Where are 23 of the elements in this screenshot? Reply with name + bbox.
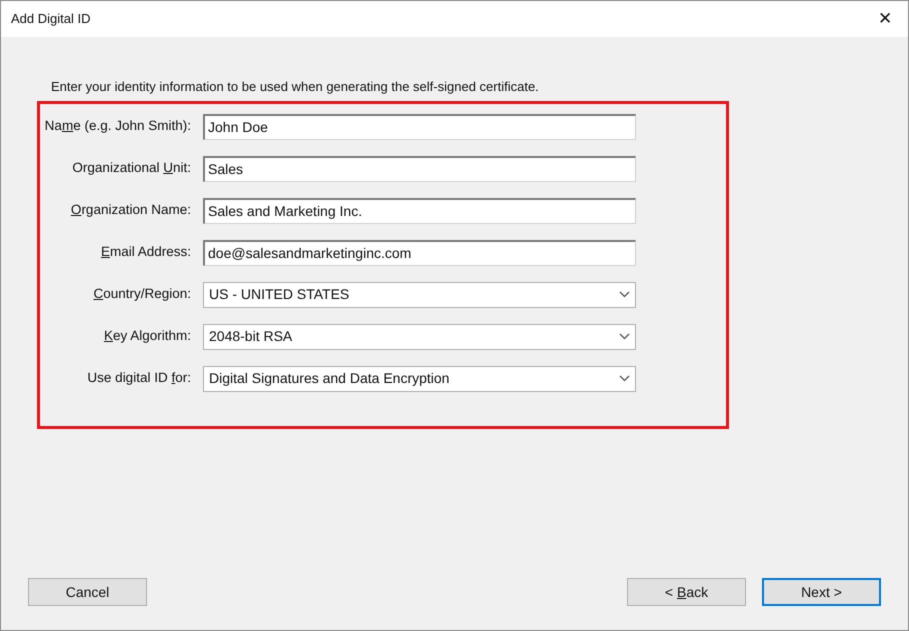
nav-button[interactable]: < Back [627,578,746,606]
text-field[interactable]: John Doe [203,114,636,140]
nav-button[interactable]: Next > [762,578,881,606]
window-title: Add Digital ID [11,10,90,28]
text-field[interactable]: Sales and Marketing Inc. [203,198,636,224]
field-label: Organizational Unit: [72,160,191,176]
chevron-down-icon [619,375,630,382]
field-label: Use digital ID for: [87,370,191,386]
text-field[interactable]: Sales [203,156,636,182]
cancel-button[interactable]: Cancel [28,578,147,606]
text-field[interactable]: doe@salesandmarketinginc.com [203,240,636,266]
dropdown[interactable]: 2048-bit RSA [203,324,636,350]
dropdown[interactable]: US - UNITED STATES [203,282,636,308]
field-label: Name (e.g. John Smith): [44,118,191,134]
chevron-down-icon [619,291,630,298]
field-label: Country/Region: [93,286,191,302]
field-label: Email Address: [100,244,191,260]
instruction-text: Enter your identity information to be used when generating the self-signed certificate. [50,78,540,96]
close-button[interactable]: ✕ [862,1,908,37]
field-label: Key Algorithm: [104,328,191,344]
field-label: Organization Name: [70,202,191,218]
chevron-down-icon [619,333,630,340]
dropdown[interactable]: Digital Signatures and Data Encryption [203,366,636,392]
